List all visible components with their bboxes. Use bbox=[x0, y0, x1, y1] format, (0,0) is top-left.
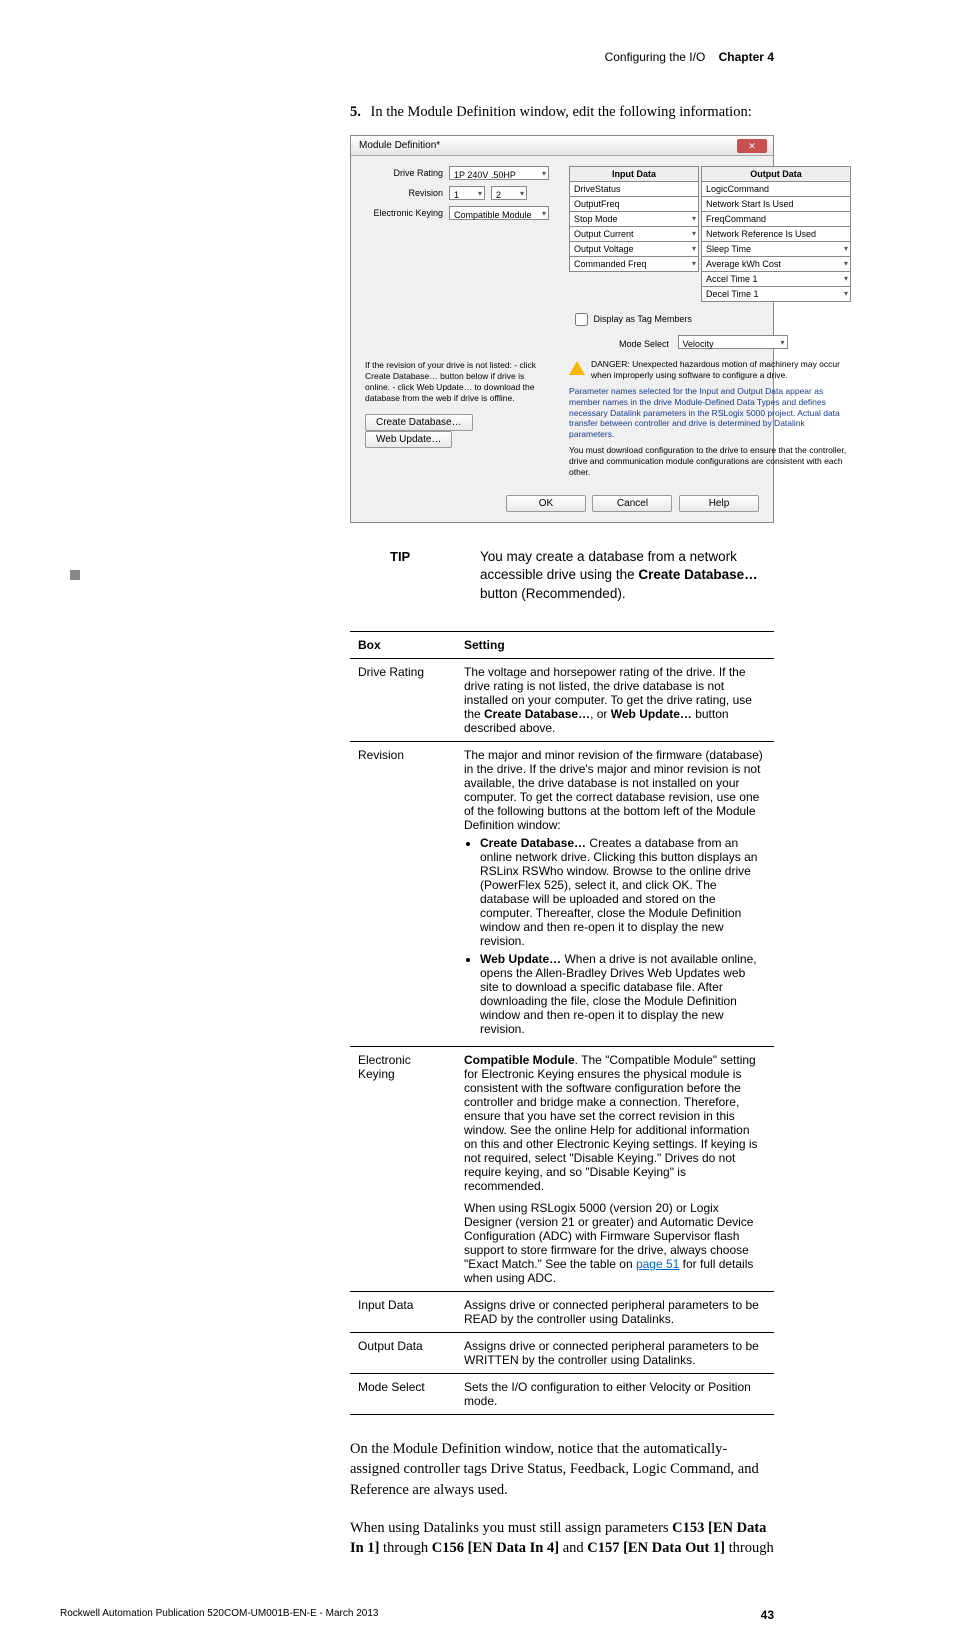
table-cell-setting: The major and minor revision of the firm… bbox=[456, 741, 774, 1046]
breadcrumb-chapter: Chapter 4 bbox=[719, 50, 774, 64]
tip-block: TIP You may create a database from a net… bbox=[350, 548, 774, 603]
input-row-select[interactable]: Stop Mode bbox=[569, 212, 699, 227]
output-row-select[interactable]: Sleep Time bbox=[701, 242, 851, 257]
close-icon[interactable]: ✕ bbox=[737, 139, 767, 153]
input-data-header: Input Data bbox=[569, 166, 699, 182]
dialog-titlebar: Module Definition* ✕ bbox=[351, 136, 773, 156]
table-cell-setting: Sets the I/O configuration to either Vel… bbox=[456, 1373, 774, 1414]
table-row: Input DataAssigns drive or connected per… bbox=[350, 1291, 774, 1332]
mode-select-label: Mode Select bbox=[619, 339, 669, 349]
table-row: Drive RatingThe voltage and horsepower r… bbox=[350, 658, 774, 741]
step-text: In the Module Definition window, edit th… bbox=[371, 104, 752, 120]
table-cell-setting: The voltage and horsepower rating of the… bbox=[456, 658, 774, 741]
cancel-button[interactable]: Cancel bbox=[592, 495, 672, 512]
publication-id: Rockwell Automation Publication 520COM-U… bbox=[60, 1608, 378, 1622]
input-row-select[interactable]: Output Current bbox=[569, 227, 699, 242]
output-row: Network Reference Is Used bbox=[701, 227, 851, 242]
input-row: OutputFreq bbox=[569, 197, 699, 212]
table-cell-box: Input Data bbox=[350, 1291, 456, 1332]
display-as-tag-checkbox[interactable] bbox=[575, 313, 588, 326]
breadcrumb-topic: Configuring the I/O bbox=[605, 50, 706, 64]
output-row-select[interactable]: Decel Time 1 bbox=[701, 287, 851, 302]
tip-label: TIP bbox=[350, 548, 480, 603]
display-as-tag-label: Display as Tag Members bbox=[594, 314, 692, 324]
drive-rating-select[interactable]: 1P 240V .50HP bbox=[449, 166, 549, 180]
page-footer: Rockwell Automation Publication 520COM-U… bbox=[60, 1608, 774, 1622]
revision-label: Revision bbox=[365, 188, 443, 198]
table-row: Electronic KeyingCompatible Module. The … bbox=[350, 1046, 774, 1291]
output-row-select[interactable]: Average kWh Cost bbox=[701, 257, 851, 272]
body-paragraph-2: When using Datalinks you must still assi… bbox=[350, 1518, 774, 1559]
table-cell-box: Mode Select bbox=[350, 1373, 456, 1414]
table-header-setting: Setting bbox=[456, 631, 774, 658]
table-row: Output DataAssigns drive or connected pe… bbox=[350, 1332, 774, 1373]
help-button[interactable]: Help bbox=[679, 495, 759, 512]
body-paragraph-1: On the Module Definition window, notice … bbox=[350, 1439, 774, 1500]
table-cell-setting: Assigns drive or connected peripheral pa… bbox=[456, 1291, 774, 1332]
table-row: Mode SelectSets the I/O configuration to… bbox=[350, 1373, 774, 1414]
dialog-title: Module Definition* bbox=[359, 140, 440, 151]
settings-table: Box Setting Drive RatingThe voltage and … bbox=[350, 631, 774, 1415]
table-cell-setting: Assigns drive or connected peripheral pa… bbox=[456, 1332, 774, 1373]
input-row: DriveStatus bbox=[569, 182, 699, 197]
table-header-box: Box bbox=[350, 631, 456, 658]
parameter-note: Parameter names selected for the Input a… bbox=[569, 386, 851, 439]
input-row-select[interactable]: Commanded Freq bbox=[569, 257, 699, 272]
io-data-table: Input Data DriveStatus OutputFreq Stop M… bbox=[569, 166, 851, 302]
table-cell-box: Output Data bbox=[350, 1332, 456, 1373]
margin-marker bbox=[70, 570, 80, 580]
table-cell-box: Drive Rating bbox=[350, 658, 456, 741]
module-definition-dialog: Module Definition* ✕ Drive Rating 1P 240… bbox=[350, 135, 774, 523]
input-row-select[interactable]: Output Voltage bbox=[569, 242, 699, 257]
page-header: Configuring the I/O Chapter 4 bbox=[60, 50, 774, 64]
output-data-header: Output Data bbox=[701, 166, 851, 182]
tip-text: You may create a database from a network… bbox=[480, 548, 774, 603]
download-note: You must download configuration to the d… bbox=[569, 445, 851, 477]
step-5: 5. In the Module Definition window, edit… bbox=[350, 104, 774, 121]
revision-major-select[interactable]: 1 bbox=[449, 186, 485, 200]
drive-rating-label: Drive Rating bbox=[365, 168, 443, 178]
danger-warning: DANGER: Unexpected hazardous motion of m… bbox=[569, 359, 851, 380]
output-row: LogicCommand bbox=[701, 182, 851, 197]
revision-minor-select[interactable]: 2 bbox=[491, 186, 527, 200]
ekey-select[interactable]: Compatible Module bbox=[449, 206, 549, 220]
create-database-button[interactable]: Create Database… bbox=[365, 414, 473, 431]
table-cell-box: Revision bbox=[350, 741, 456, 1046]
mode-select-dropdown[interactable]: Velocity bbox=[678, 335, 788, 349]
ekey-label: Electronic Keying bbox=[365, 208, 443, 218]
step-number: 5. bbox=[350, 104, 361, 120]
table-cell-setting: Compatible Module. The "Compatible Modul… bbox=[456, 1046, 774, 1291]
warning-icon bbox=[569, 361, 585, 375]
web-update-button[interactable]: Web Update… bbox=[365, 431, 452, 448]
ok-button[interactable]: OK bbox=[506, 495, 586, 512]
output-row: Network Start Is Used bbox=[701, 197, 851, 212]
output-row-select[interactable]: Accel Time 1 bbox=[701, 272, 851, 287]
table-row: RevisionThe major and minor revision of … bbox=[350, 741, 774, 1046]
table-cell-box: Electronic Keying bbox=[350, 1046, 456, 1291]
output-row: FreqCommand bbox=[701, 212, 851, 227]
page-number: 43 bbox=[761, 1608, 774, 1622]
revision-help-note: If the revision of your drive is not lis… bbox=[365, 360, 549, 404]
